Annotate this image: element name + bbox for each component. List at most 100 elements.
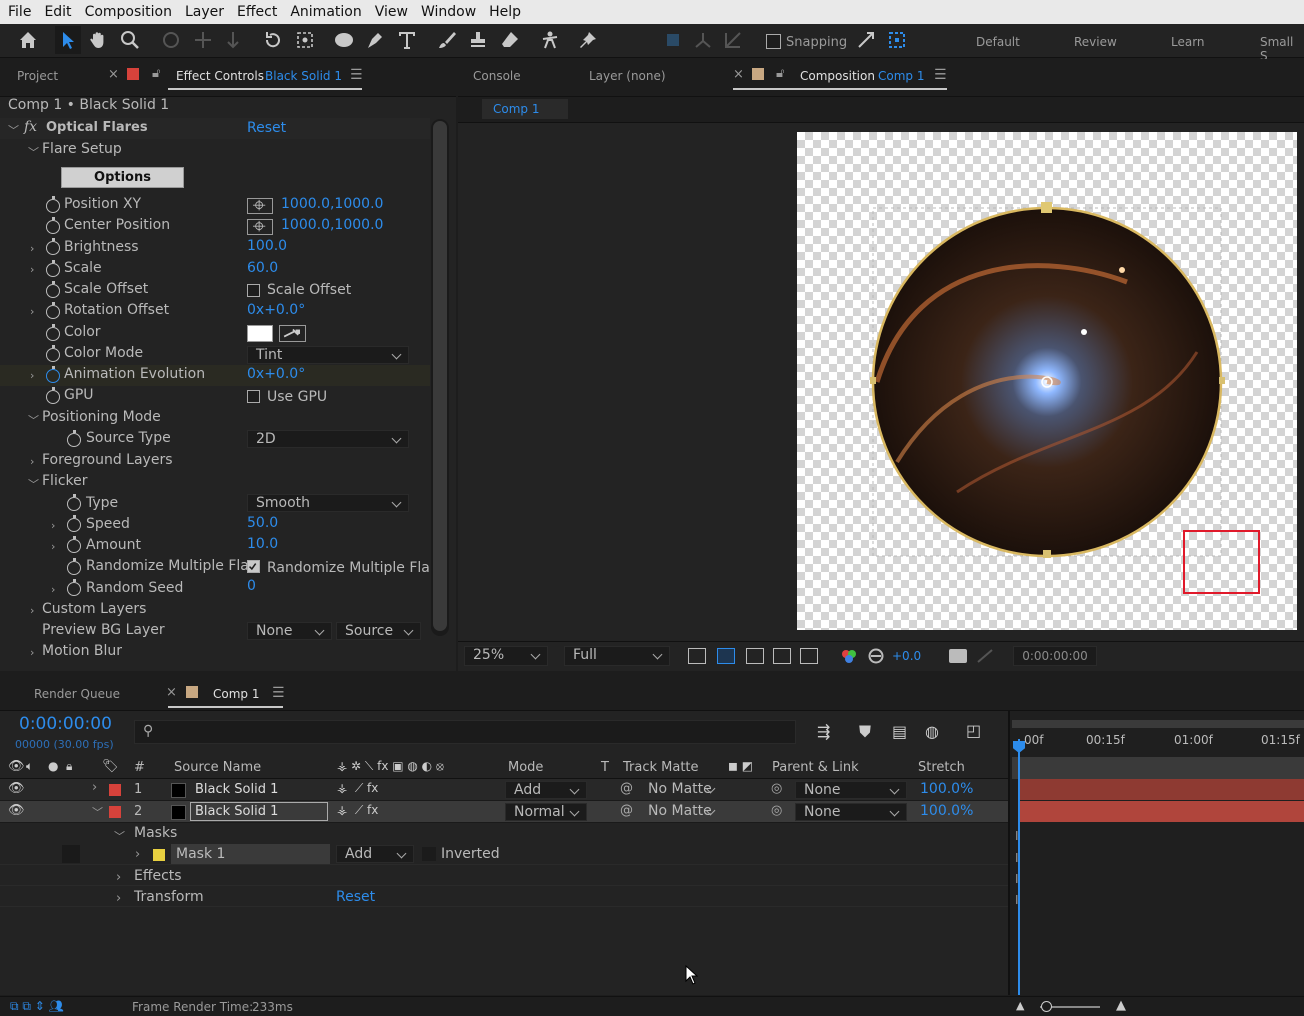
flicker-group[interactable]: Flicker [42,473,88,489]
chevron-right-icon[interactable]: › [30,455,34,468]
keyframe-icon[interactable]: I [1015,851,1019,865]
selection-tool-icon[interactable] [55,26,81,54]
label-color-swatch[interactable] [109,784,121,796]
home-icon[interactable] [15,26,41,54]
snapping-checkbox[interactable] [766,34,781,49]
chevron-right-icon[interactable]: › [51,540,55,553]
col-source-name[interactable]: Source Name [174,760,261,775]
timeline-search-input[interactable]: ⚲ [134,720,796,744]
chevron-down-icon[interactable]: ﹀ [28,476,39,492]
layer-switches-toggle-icon[interactable]: ⧉ ⧉ ⇕ 👥︎ [10,999,64,1014]
show-snapshot-icon[interactable] [976,648,994,664]
menu-file[interactable]: File [8,4,31,20]
eye-icon[interactable]: 👁︎ [8,759,25,774]
shy-layers-icon[interactable]: ⛊ [859,722,871,742]
tab-composition[interactable]: Composition [800,69,875,83]
channel-icon[interactable] [841,648,857,664]
workspace-review[interactable]: Review [1074,35,1117,49]
transparency-grid-icon[interactable] [717,648,735,664]
zoom-slider-thumb[interactable] [1041,1001,1052,1012]
stopwatch-icon[interactable] [46,345,60,362]
clone-stamp-icon[interactable] [465,26,491,54]
stopwatch-icon[interactable] [46,238,60,255]
tab-timeline-comp[interactable]: Comp 1 [213,687,259,701]
menu-effect[interactable]: Effect [237,4,277,20]
playhead-handle[interactable] [1013,741,1025,753]
layer-row[interactable]: 👁︎ › 1 Black Solid 1 ⚶ ⟋ fx Add @ No Mat… [0,779,1008,801]
local-axis-icon[interactable] [660,26,686,54]
keyframe-icon[interactable]: I [1015,829,1019,843]
eyedropper-icon[interactable] [279,325,306,342]
chevron-down-icon[interactable]: ﹀ [28,144,39,160]
mask-mode-dropdown[interactable]: Add [336,845,414,863]
zoom-tool-icon[interactable] [117,26,143,54]
stopwatch-icon[interactable] [46,217,60,234]
rotation-offset-value[interactable]: 0x+0.0° [247,302,305,318]
chevron-right-icon[interactable]: › [116,891,121,906]
center-position-value[interactable]: 1000.0,1000.0 [281,217,383,233]
world-axis-icon[interactable] [690,26,716,54]
puppet-pin-icon[interactable] [575,26,601,54]
chevron-down-icon[interactable]: ﹀ [8,122,19,138]
chevron-right-icon[interactable]: › [30,646,34,659]
label-icon[interactable]: 🏷︎ [102,759,119,774]
scrollbar-thumb[interactable] [433,121,447,631]
animation-evolution-value[interactable]: 0x+0.0° [247,366,305,382]
work-area-bar[interactable] [1012,720,1304,728]
tab-project[interactable]: Project [17,69,58,83]
stopwatch-icon[interactable] [67,494,81,511]
brightness-value[interactable]: 100.0 [247,238,287,254]
effect-reset-button[interactable]: Reset [247,120,286,136]
pickwhip-icon[interactable]: ◎ [771,803,782,818]
track-matte-dropdown[interactable]: No Matte [640,803,722,821]
randomize-checkbox[interactable] [247,560,260,573]
speed-value[interactable]: 50.0 [247,515,278,531]
solo-icon[interactable]: ● [48,759,58,773]
effects-group[interactable]: Effects [134,868,182,884]
exposure-value[interactable]: +0.0 [892,649,921,663]
tab-layer[interactable]: Layer (none) [589,69,666,83]
lock-icon[interactable]: 🔓︎ [152,66,160,81]
custom-layers-group[interactable]: Custom Layers [42,601,146,617]
fast-preview-icon[interactable] [688,648,706,664]
chevron-right-icon[interactable]: › [135,847,140,862]
chevron-right-icon[interactable]: › [51,583,55,596]
close-icon[interactable]: × [166,685,177,700]
text-tool-icon[interactable] [394,26,420,54]
stretch-value[interactable]: 100.0% [920,803,973,819]
layer-bar[interactable] [1020,779,1304,800]
scrollbar-track[interactable] [431,119,449,636]
orbit-camera-icon[interactable] [158,26,184,54]
ellipse-tool-icon[interactable] [331,26,357,54]
region-of-interest-icon[interactable] [773,648,791,664]
eye-icon[interactable]: 👁︎ [8,781,25,796]
snap-options-icon[interactable] [853,26,879,54]
mask-color-swatch[interactable] [153,849,165,861]
mask-name[interactable]: Mask 1 [171,844,330,864]
motion-blur-group[interactable]: Motion Blur [42,643,122,659]
zoom-out-icon[interactable]: ▲ [1016,999,1024,1012]
stopwatch-icon[interactable] [67,515,81,532]
timeline-timecode[interactable]: 0:00:00:00 [19,714,112,734]
audio-icon[interactable]: 🔈︎ [26,759,33,774]
resolution-dropdown[interactable]: Full [564,646,670,666]
tab-render-queue[interactable]: Render Queue [34,687,120,701]
zoom-in-icon[interactable]: ▲ [1116,998,1126,1013]
scale-offset-checkbox[interactable] [247,284,260,297]
panel-menu-icon[interactable]: ☰ [272,685,285,701]
stretch-value[interactable]: 100.0% [920,781,973,797]
flare-setup-group[interactable]: Flare Setup [42,141,122,157]
layer-switches[interactable]: ⚶ ⟋ fx [337,803,378,818]
flicker-type-dropdown[interactable]: Smooth [247,494,409,512]
menu-help[interactable]: Help [489,4,521,20]
crosshair-icon[interactable] [247,198,273,214]
position-xy-value[interactable]: 1000.0,1000.0 [281,196,383,212]
mask-visibility-icon[interactable] [746,648,764,664]
stopwatch-active-icon[interactable] [46,366,60,383]
layer-switches[interactable]: ⚶ ⟋ fx [337,781,378,796]
amount-value[interactable]: 10.0 [247,536,278,552]
stopwatch-icon[interactable] [46,302,60,319]
chevron-down-icon[interactable]: ﹀ [114,828,125,844]
stopwatch-icon[interactable] [46,196,60,213]
chevron-right-icon[interactable]: › [30,242,34,255]
